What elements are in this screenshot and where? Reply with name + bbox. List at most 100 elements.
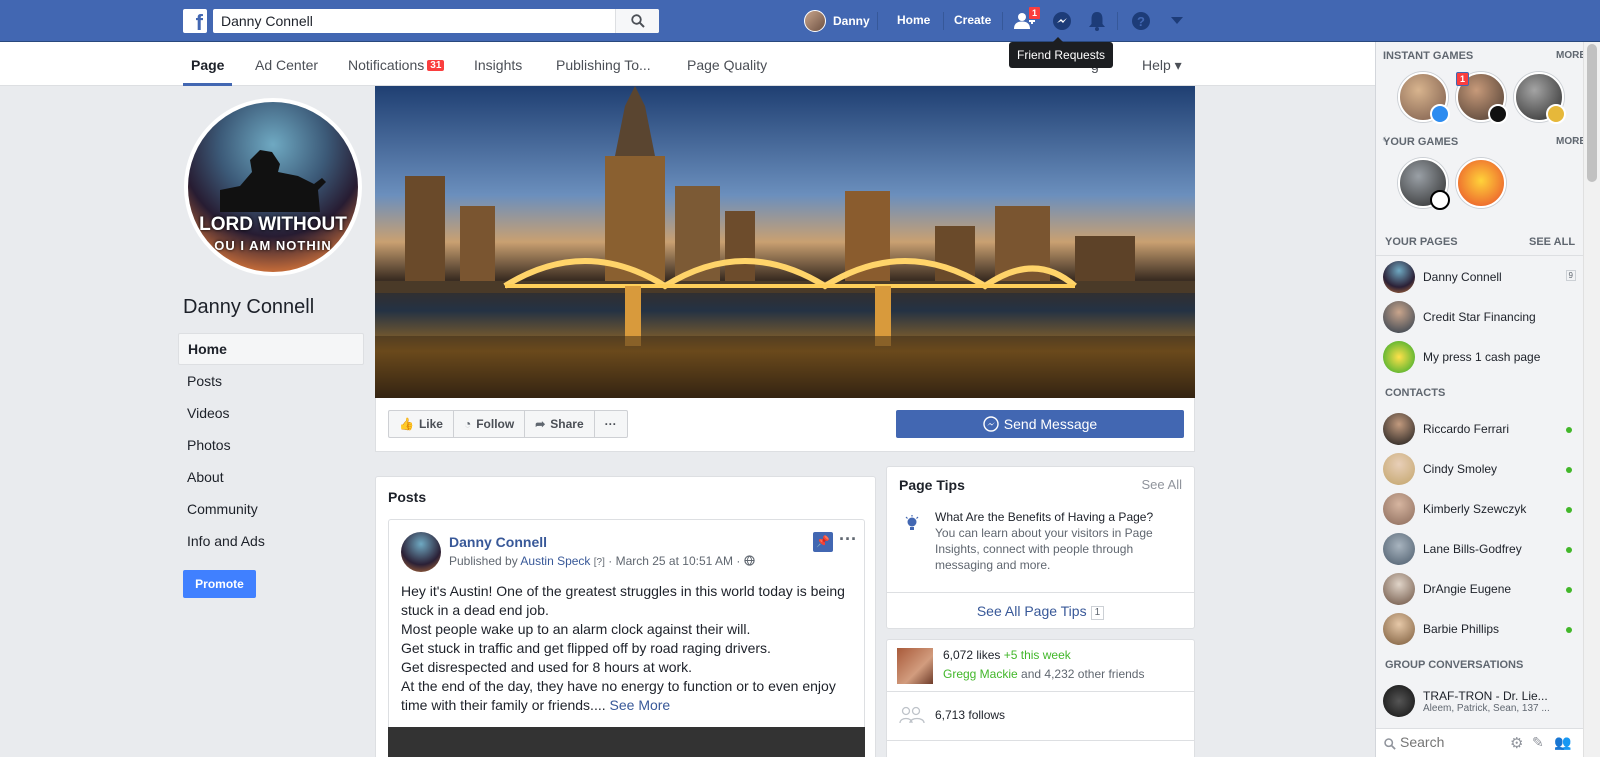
help-menu[interactable]: Help ▾ <box>1142 57 1182 74</box>
slots-game-thumbnail[interactable] <box>1456 158 1506 208</box>
words-game-icon <box>1546 104 1566 124</box>
tab-publishing-tools[interactable]: Publishing To... <box>556 57 651 73</box>
game-thumbnail[interactable] <box>1514 72 1566 124</box>
post-body: Hey it's Austin! One of the greatest str… <box>401 582 856 715</box>
notifications-button[interactable] <box>1085 9 1109 33</box>
page-scrollbar[interactable] <box>1583 42 1600 757</box>
publisher-link[interactable]: Austin Speck <box>520 554 590 568</box>
new-group-icon[interactable]: 👥 <box>1554 734 1571 751</box>
contact-name: Riccardo Ferrari <box>1423 422 1510 436</box>
nav-item-posts[interactable]: Posts <box>178 365 364 397</box>
face-game-icon <box>1430 190 1450 210</box>
nav-item-videos[interactable]: Videos <box>178 397 364 429</box>
share-button[interactable]: ➦ Share <box>525 411 595 437</box>
friend-avatar[interactable] <box>897 648 933 684</box>
likes-total: 6,072 likes <box>943 648 1001 662</box>
gear-icon[interactable]: ⚙ <box>1510 734 1523 752</box>
friend-requests-button[interactable]: 1 <box>1013 6 1042 33</box>
follows-row: 6,713 follows <box>887 691 1194 740</box>
page-item[interactable]: Credit Star Financing <box>1383 300 1578 334</box>
friend-requests-tooltip: Friend Requests <box>1009 37 1114 68</box>
account-menu-button[interactable] <box>1165 9 1189 33</box>
follow-button[interactable]: ◔ Follow <box>454 411 526 437</box>
page-tab-bar: Page Ad Center Notifications 31 Insights … <box>0 42 1375 86</box>
game-thumbnail[interactable]: 1 <box>1456 72 1508 124</box>
game-thumbnail[interactable] <box>1398 72 1450 124</box>
tab-insights[interactable]: Insights <box>474 57 522 73</box>
page-action-buttons: 👍 Like ◔ Follow ➦ Share ··· <box>388 410 628 438</box>
your-pages-see-all-link[interactable]: SEE ALL <box>1529 236 1575 248</box>
instant-games-more-link[interactable]: MORE <box>1556 50 1586 61</box>
post-author-avatar[interactable] <box>401 532 441 572</box>
tab-notifications[interactable]: Notifications 31 <box>348 57 445 73</box>
divider <box>943 12 944 30</box>
your-games-more-link[interactable]: MORE <box>1556 136 1586 147</box>
page-item[interactable]: Danny Connell 9 <box>1383 260 1578 294</box>
globe-icon <box>743 555 755 566</box>
promote-button[interactable]: Promote <box>183 570 256 598</box>
profile-picture[interactable]: LORD WITHOUT OU I AM NOTHIN <box>184 98 362 276</box>
friend-name-link[interactable]: Gregg Mackie <box>943 667 1018 681</box>
search-icon <box>630 14 645 28</box>
post-options-button[interactable]: ··· <box>839 529 857 550</box>
facebook-logo[interactable]: f <box>183 9 207 33</box>
see-more-link[interactable]: See More <box>610 697 671 713</box>
follow-label: Follow <box>476 417 515 431</box>
nav-item-info-and-ads[interactable]: Info and Ads <box>178 525 364 557</box>
messenger-icon <box>1053 12 1071 30</box>
post-author-link[interactable]: Danny Connell <box>449 534 547 550</box>
help-button[interactable]: ? <box>1129 9 1153 33</box>
post-timestamp[interactable]: · March 25 at 10:51 AM · <box>608 554 740 568</box>
right-sidebar: INSTANT GAMES MORE ‹ 1 › YOUR GAMES MORE… <box>1375 42 1586 757</box>
contact-avatar <box>1383 533 1415 565</box>
nav-item-community[interactable]: Community <box>178 493 364 525</box>
profile-link[interactable]: Danny <box>804 9 870 33</box>
compose-icon[interactable]: ✎ <box>1532 734 1544 751</box>
like-label: Like <box>418 417 443 431</box>
scrollbar-thumb[interactable] <box>1587 44 1597 182</box>
post-video[interactable] <box>388 727 865 757</box>
send-message-button[interactable]: Send Message <box>896 410 1184 438</box>
see-all-page-tips-link[interactable]: See All Page Tips 1 <box>887 592 1194 629</box>
help-qmark[interactable]: [?] <box>594 557 605 568</box>
more-options-button[interactable]: ··· <box>595 411 627 437</box>
page-tips-see-all-link[interactable]: See All <box>1142 477 1182 492</box>
post-line: Get stuck in traffic and get flipped off… <box>401 640 771 656</box>
group-conversation-item[interactable]: TRAF-TRON - Dr. Lie... Aleem, Patrick, S… <box>1383 684 1578 718</box>
tab-page[interactable]: Page <box>191 57 224 73</box>
online-status-dot <box>1566 547 1572 553</box>
create-link[interactable]: Create <box>954 13 991 27</box>
search-button[interactable] <box>615 9 659 33</box>
contact-item[interactable]: Barbie Phillips <box>1383 612 1578 646</box>
pin-icon[interactable]: 📌 <box>813 532 833 552</box>
contacts-heading: CONTACTS <box>1385 387 1446 399</box>
tip-title[interactable]: What Are the Benefits of Having a Page? <box>935 509 1185 525</box>
cover-action-panel: 👍 Like ◔ Follow ➦ Share ··· Send Message <box>375 398 1195 452</box>
page-item[interactable]: My press 1 cash page <box>1383 340 1578 374</box>
tips-count-badge: 1 <box>1090 606 1105 620</box>
chat-search-input[interactable] <box>1400 734 1500 750</box>
tab-ad-center[interactable]: Ad Center <box>255 57 318 73</box>
cover-photo[interactable] <box>375 86 1195 398</box>
tab-page-quality[interactable]: Page Quality <box>687 57 767 73</box>
nav-item-about[interactable]: About <box>178 461 364 493</box>
contact-item[interactable]: Riccardo Ferrari <box>1383 412 1578 446</box>
contact-name: Lane Bills-Godfrey <box>1423 542 1522 556</box>
search-input[interactable] <box>213 9 613 33</box>
page-tips-heading: Page Tips <box>899 477 965 493</box>
home-link[interactable]: Home <box>897 13 930 27</box>
community-stats-card: 6,072 likes +5 this week Gregg Mackie an… <box>886 639 1195 757</box>
messenger-button[interactable] <box>1050 9 1074 33</box>
contact-item[interactable]: Cindy Smoley <box>1383 452 1578 486</box>
contact-item[interactable]: Kimberly Szewczyk <box>1383 492 1578 526</box>
like-button[interactable]: 👍 Like <box>389 411 454 437</box>
nav-item-photos[interactable]: Photos <box>178 429 364 461</box>
contact-item[interactable]: Lane Bills-Godfrey <box>1383 532 1578 566</box>
see-all-page-tips-label: See All Page Tips <box>976 603 1087 619</box>
game-thumbnail[interactable] <box>1398 158 1450 210</box>
nav-item-home[interactable]: Home <box>178 333 364 365</box>
contact-item[interactable]: DrAngie Eugene <box>1383 572 1578 606</box>
friends-who-like: Gregg Mackie and 4,232 other friends <box>943 667 1144 681</box>
rss-icon: ◔ <box>463 417 472 431</box>
online-status-dot <box>1566 627 1572 633</box>
